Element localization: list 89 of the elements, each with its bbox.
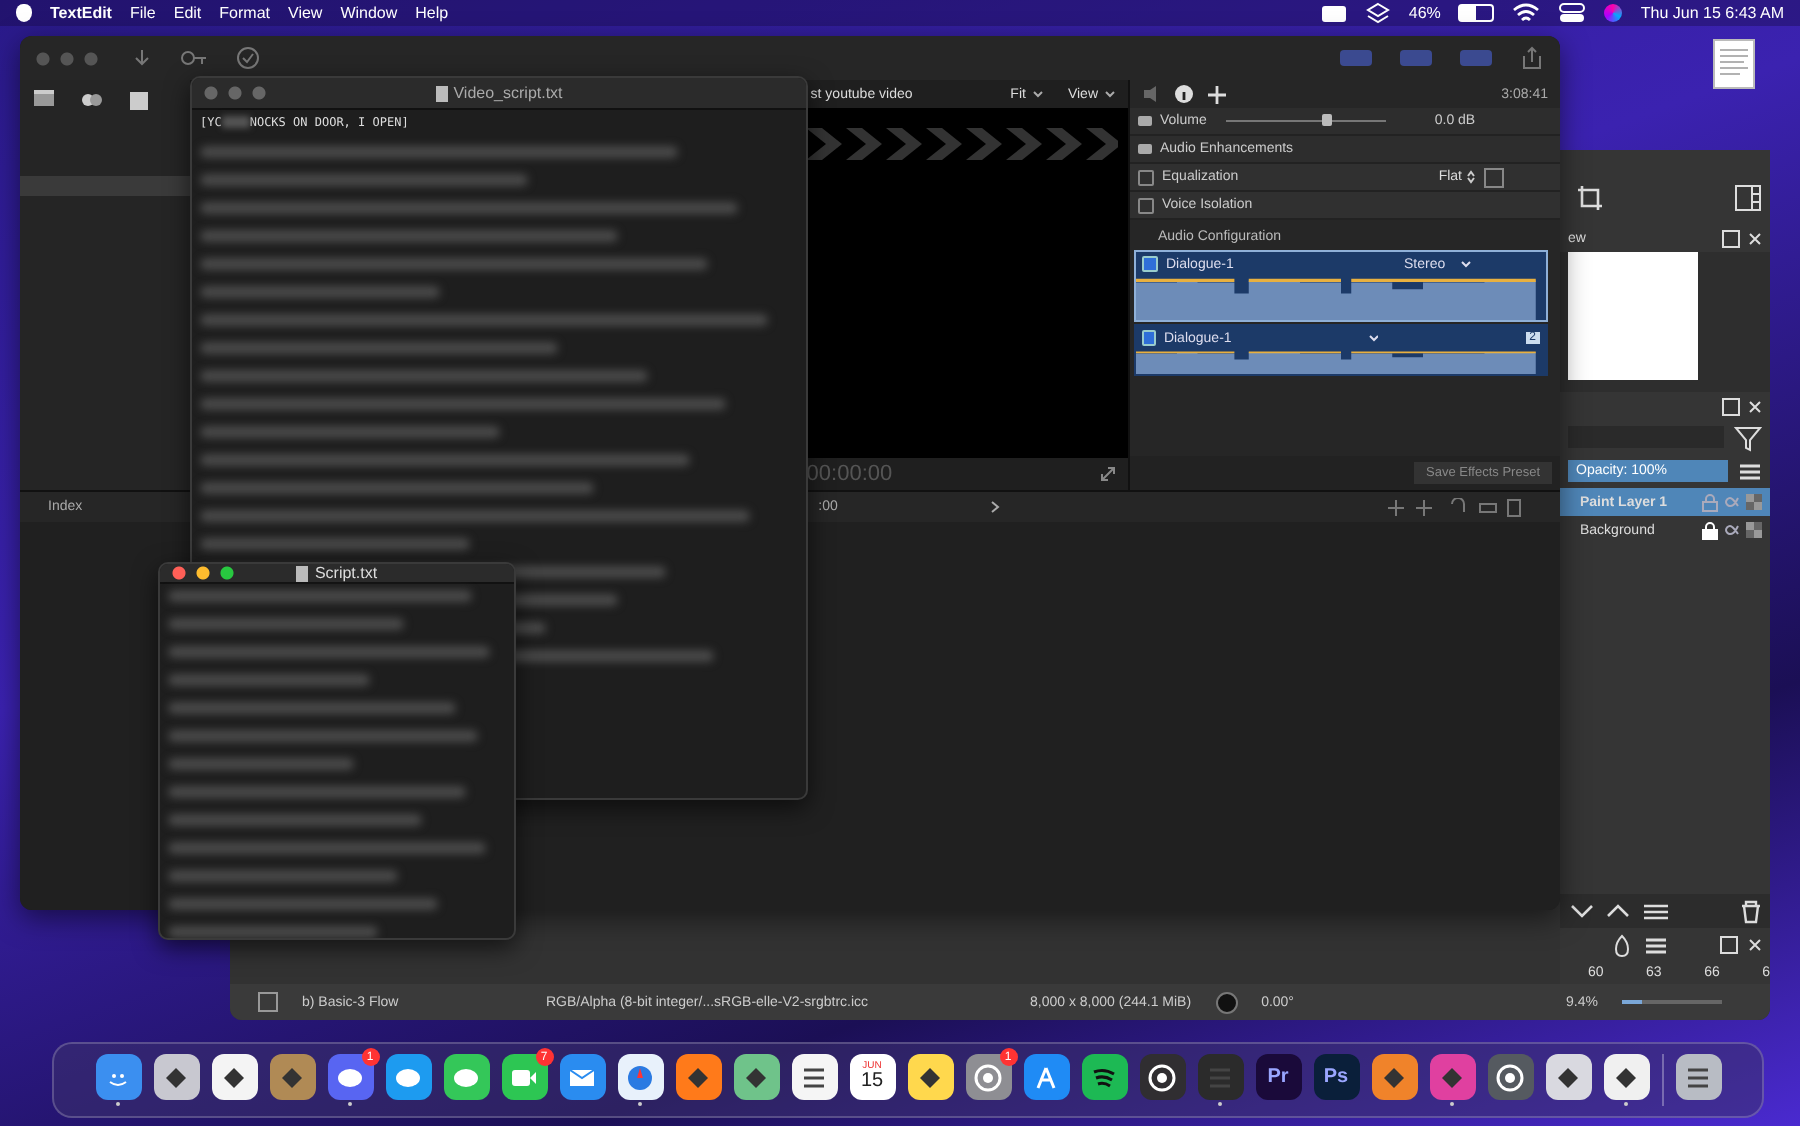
dock-app-icon[interactable] (211, 1054, 257, 1100)
float-docker-icon[interactable] (1722, 229, 1740, 247)
menu-icon[interactable] (1738, 461, 1762, 481)
timeline-toggle-icon[interactable] (1400, 50, 1432, 66)
float-docker-icon[interactable] (1720, 936, 1738, 954)
app-name-menu[interactable]: TextEdit (50, 4, 112, 22)
close-icon[interactable] (1748, 399, 1762, 413)
document-file-icon[interactable] (1712, 38, 1756, 90)
key-icon[interactable] (180, 48, 208, 68)
stepper-arrows-icon[interactable] (1466, 170, 1476, 184)
dock-app-icon[interactable]: Ps (1313, 1054, 1359, 1100)
dock-app-icon[interactable] (95, 1054, 141, 1100)
window-title: Video_script.txt (453, 84, 563, 102)
blurred-text-placeholder (221, 116, 250, 128)
speaker-icon[interactable] (1142, 84, 1162, 104)
checker-icon[interactable] (1746, 494, 1762, 510)
control-center-icon[interactable] (1558, 2, 1587, 24)
clapper-icon[interactable] (32, 88, 56, 108)
siri-icon[interactable] (1604, 4, 1623, 22)
checker-icon[interactable] (1746, 522, 1762, 538)
dock-app-icon[interactable] (501, 1054, 547, 1100)
crop-icon[interactable] (1576, 184, 1604, 212)
photos-icon[interactable] (80, 88, 104, 112)
section-icon (1138, 144, 1152, 154)
info-icon[interactable] (1174, 84, 1194, 104)
checkbox[interactable] (1138, 197, 1154, 213)
canvas-thumbnail (1568, 252, 1698, 380)
menu-icon[interactable] (1644, 935, 1668, 955)
dock-app-icon[interactable] (617, 1054, 663, 1100)
dock-app-icon[interactable] (733, 1054, 779, 1100)
close-icon[interactable] (1748, 938, 1762, 952)
caret-icon[interactable] (1104, 90, 1116, 98)
dock-app-icon[interactable] (965, 1054, 1011, 1100)
checkbox[interactable] (1138, 169, 1154, 185)
document-icon (296, 565, 309, 581)
screen-mirroring-icon[interactable] (1320, 3, 1349, 23)
menu-item[interactable]: Format (219, 4, 270, 22)
menu-item[interactable]: Help (415, 4, 449, 22)
menu-bar-clock[interactable]: Thu Jun 15 6:43 AM (1640, 4, 1784, 22)
share-icon[interactable] (1520, 46, 1544, 70)
dock-app-icon[interactable] (791, 1054, 837, 1100)
dock-app-icon[interactable] (1081, 1054, 1127, 1100)
titles-icon[interactable] (128, 88, 152, 112)
trash-icon[interactable] (1740, 899, 1762, 923)
chevron-icon[interactable] (989, 500, 1000, 514)
filter-icon[interactable] (1734, 423, 1762, 451)
dock-app-icon[interactable] (1487, 1054, 1533, 1100)
dock-app-icon[interactable] (1139, 1054, 1185, 1100)
browser-toggle-icon[interactable] (1340, 50, 1372, 66)
menu-item[interactable]: Edit (173, 4, 202, 22)
checkbox[interactable] (1142, 256, 1158, 272)
fullscreen-icon[interactable] (1100, 466, 1116, 482)
panel-layout-icon[interactable] (1734, 184, 1762, 212)
inspector-toggle-icon[interactable] (1460, 50, 1492, 66)
checkbox[interactable] (1142, 330, 1156, 346)
brush-presets-icon[interactable] (1610, 933, 1634, 957)
battery-percentage: 46% (1408, 4, 1441, 22)
dock-app-icon[interactable] (153, 1054, 199, 1100)
dock-app-icon[interactable] (385, 1054, 431, 1100)
move-icon[interactable] (1206, 83, 1228, 105)
window-title: Script.txt (314, 564, 378, 582)
float-docker-icon[interactable] (1722, 397, 1740, 415)
wifi-icon[interactable] (1512, 2, 1541, 24)
section-icon (1138, 116, 1152, 126)
equalizer-icon[interactable] (1484, 167, 1504, 187)
dock-app-icon[interactable] (1603, 1054, 1649, 1100)
lock-icon[interactable] (1702, 521, 1718, 539)
rotation-icon[interactable] (1215, 991, 1238, 1013)
window-controls-icon[interactable] (172, 566, 240, 580)
document-icon (435, 85, 448, 101)
menu-item[interactable]: Window (340, 4, 398, 22)
dock-app-icon[interactable] (327, 1054, 373, 1100)
dock-app-icon[interactable]: Pr (1255, 1054, 1301, 1100)
dock-app-icon[interactable] (907, 1054, 953, 1100)
brush-preview-icon[interactable] (258, 992, 278, 1012)
layers-icon[interactable] (1366, 1, 1391, 25)
menu-item[interactable]: File (129, 4, 156, 22)
dock-app-icon[interactable] (1675, 1054, 1721, 1100)
dock-app-icon[interactable] (1023, 1054, 1069, 1100)
caret-icon[interactable] (1031, 90, 1044, 98)
menu-item[interactable]: View (288, 4, 323, 22)
battery-icon[interactable] (1458, 4, 1495, 22)
dock-app-icon[interactable] (559, 1054, 605, 1100)
check-circle-icon[interactable] (236, 46, 260, 70)
download-arrow-icon[interactable] (132, 48, 152, 68)
dock-app-icon[interactable] (443, 1054, 489, 1100)
dock-app-icon[interactable] (1545, 1054, 1591, 1100)
close-icon[interactable] (1748, 231, 1762, 245)
apple-logo-icon[interactable] (16, 4, 32, 22)
